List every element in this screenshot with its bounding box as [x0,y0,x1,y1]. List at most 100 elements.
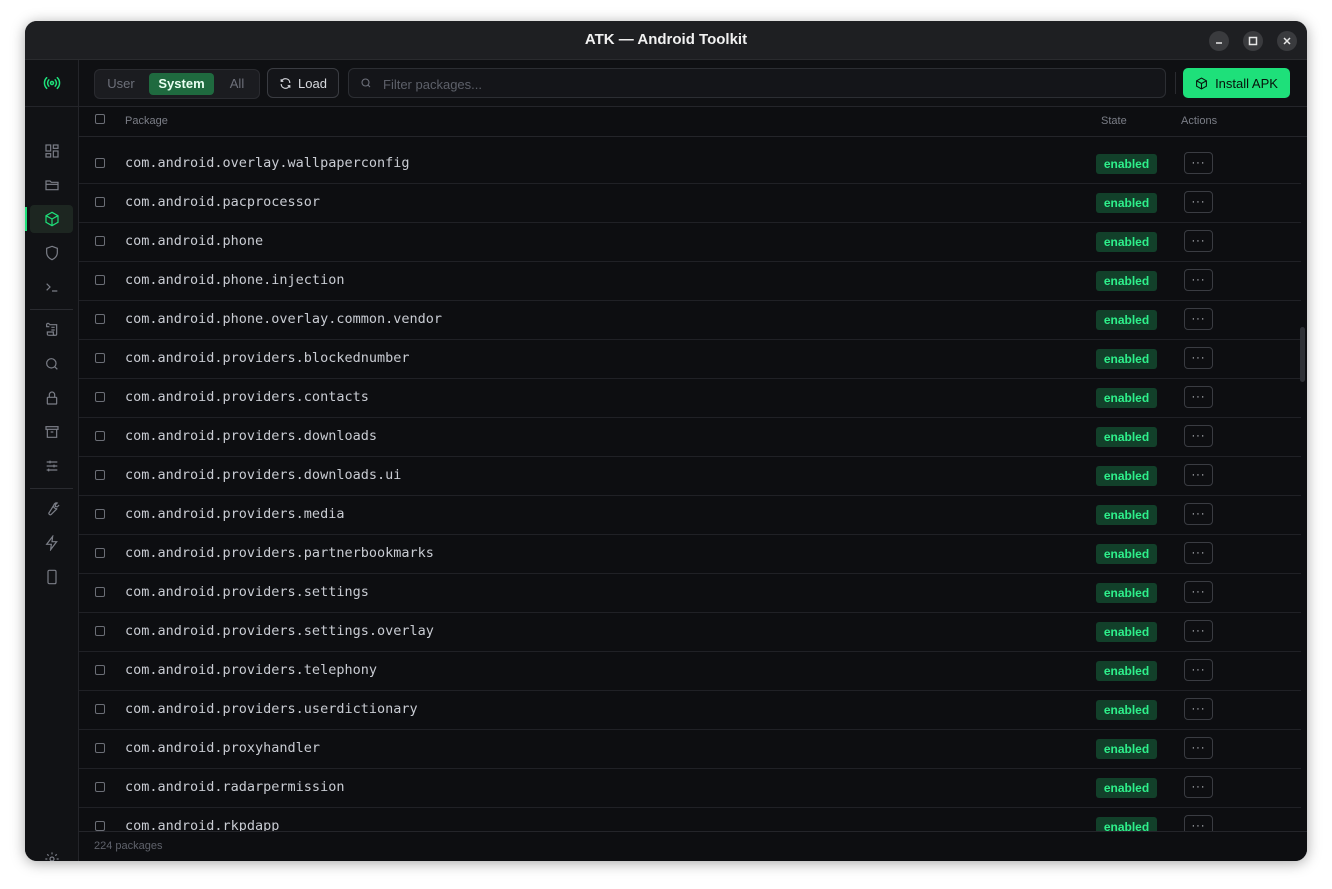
table-row[interactable]: com.android.providers.telephony enabled ··… [79,651,1301,691]
table-row[interactable]: com.android.providers.downloads.ui enable… [79,456,1301,496]
row-actions-button[interactable]: ··· [1184,542,1213,564]
row-checkbox[interactable] [95,509,105,519]
dashboard-grid-icon [44,144,59,158]
column-header-package[interactable]: Package [125,107,168,136]
table-row[interactable]: com.android.providers.settings.overlay en… [79,612,1301,652]
status-badge: enabled [1096,193,1157,213]
table-row[interactable]: com.android.providers.contacts enabled ··· [79,378,1301,418]
select-all-checkbox[interactable] [95,114,105,124]
row-checkbox[interactable] [95,158,105,168]
table-row[interactable]: com.android.pacprocessor enabled ··· [79,183,1301,223]
row-actions-button[interactable]: ··· [1184,308,1213,330]
table-row[interactable]: com.android.phone.injection enabled ··· [79,261,1301,301]
filter-user-button[interactable]: User [99,73,143,95]
row-checkbox[interactable] [95,197,105,207]
table-row[interactable]: com.android.providers.downloads enabled ··… [79,417,1301,457]
package-name: com.android.phone.overlay.common.vendor [125,311,442,327]
nav-tools[interactable] [30,495,73,523]
package-name: com.android.providers.downloads [125,428,377,444]
row-actions-button[interactable]: ··· [1184,581,1213,603]
package-table-body[interactable]: com.android.overlay.wallpaperconfig enabl… [79,137,1307,831]
table-header: Package State Actions [79,107,1307,137]
nav-settings[interactable] [30,845,73,861]
scrollbar-thumb[interactable] [1300,327,1305,382]
row-checkbox[interactable] [95,431,105,441]
nav-logs[interactable] [30,316,73,344]
nav-files[interactable] [30,171,73,199]
row-actions-button[interactable]: ··· [1184,269,1213,291]
nav-power[interactable] [30,529,73,557]
install-apk-label: Install APK [1215,75,1278,91]
table-row[interactable]: com.android.rkpdapp enabled ··· [79,807,1301,831]
title-bar[interactable]: ATK — Android Toolkit [25,21,1307,60]
nav-terminal[interactable] [30,273,73,301]
package-name: com.android.providers.downloads.ui [125,467,402,483]
package-name: com.android.proxyhandler [125,740,321,756]
nav-tuning[interactable] [30,452,73,480]
table-row[interactable]: com.android.overlay.wallpaperconfig enabl… [79,144,1301,184]
row-actions-button[interactable]: ··· [1184,659,1213,681]
status-badge: enabled [1096,271,1157,291]
column-header-state[interactable]: State [1101,107,1127,136]
row-actions-button[interactable]: ··· [1184,698,1213,720]
radio-signal-icon [43,76,60,90]
lightning-icon [44,535,58,551]
row-checkbox[interactable] [95,236,105,246]
status-badge: enabled [1096,622,1157,642]
load-button[interactable]: Load [267,68,339,98]
table-row[interactable]: com.android.providers.settings enabled ··· [79,573,1301,613]
row-actions-button[interactable]: ··· [1184,152,1213,174]
minimize-button[interactable] [1209,31,1229,51]
row-checkbox[interactable] [95,665,105,675]
package-name: com.android.providers.telephony [125,662,377,678]
table-row[interactable]: com.android.providers.userdictionary enab… [79,690,1301,730]
row-checkbox[interactable] [95,392,105,402]
table-row[interactable]: com.android.radarpermission enabled ··· [79,768,1301,808]
row-checkbox[interactable] [95,353,105,363]
table-row[interactable]: com.android.phone enabled ··· [79,222,1301,262]
filter-system-button[interactable]: System [149,73,214,95]
row-actions-button[interactable]: ··· [1184,776,1213,798]
row-checkbox[interactable] [95,548,105,558]
row-checkbox[interactable] [95,626,105,636]
row-actions-button[interactable]: ··· [1184,737,1213,759]
row-checkbox[interactable] [95,743,105,753]
install-apk-button[interactable]: Install APK [1183,68,1290,98]
row-actions-button[interactable]: ··· [1184,347,1213,369]
table-row[interactable]: com.android.phone.overlay.common.vendor e… [79,300,1301,340]
app-logo[interactable] [25,60,78,107]
row-checkbox[interactable] [95,587,105,597]
row-checkbox[interactable] [95,314,105,324]
row-actions-button[interactable]: ··· [1184,503,1213,525]
close-button[interactable] [1277,31,1297,51]
table-row[interactable]: com.android.providers.blockednumber enabl… [79,339,1301,379]
row-actions-button[interactable]: ··· [1184,620,1213,642]
row-actions-button[interactable]: ··· [1184,230,1213,252]
row-checkbox[interactable] [95,470,105,480]
nav-dashboard[interactable] [30,137,73,165]
row-actions-button[interactable]: ··· [1184,815,1213,831]
nav-packages[interactable] [25,205,73,233]
row-actions-button[interactable]: ··· [1184,386,1213,408]
nav-archive[interactable] [30,418,73,446]
row-checkbox[interactable] [95,704,105,714]
filter-all-button[interactable]: All [219,73,255,95]
row-actions-button[interactable]: ··· [1184,191,1213,213]
row-checkbox[interactable] [95,821,105,831]
sliders-icon [46,460,57,472]
nav-device[interactable] [30,563,73,591]
row-checkbox[interactable] [95,275,105,285]
table-row[interactable]: com.android.providers.partnerbookmarks en… [79,534,1301,574]
row-actions-button[interactable]: ··· [1184,464,1213,486]
maximize-button[interactable] [1243,31,1263,51]
table-row[interactable]: com.android.proxyhandler enabled ··· [79,729,1301,769]
package-name: com.android.phone [125,233,264,249]
row-actions-button[interactable]: ··· [1184,425,1213,447]
nav-security[interactable] [30,239,73,267]
filter-packages-input[interactable] [381,69,1145,99]
nav-lock[interactable] [30,384,73,412]
row-checkbox[interactable] [95,782,105,792]
table-row[interactable]: com.android.providers.media enabled ··· [79,495,1301,535]
nav-search[interactable] [30,350,73,378]
folder-icon [44,180,59,191]
